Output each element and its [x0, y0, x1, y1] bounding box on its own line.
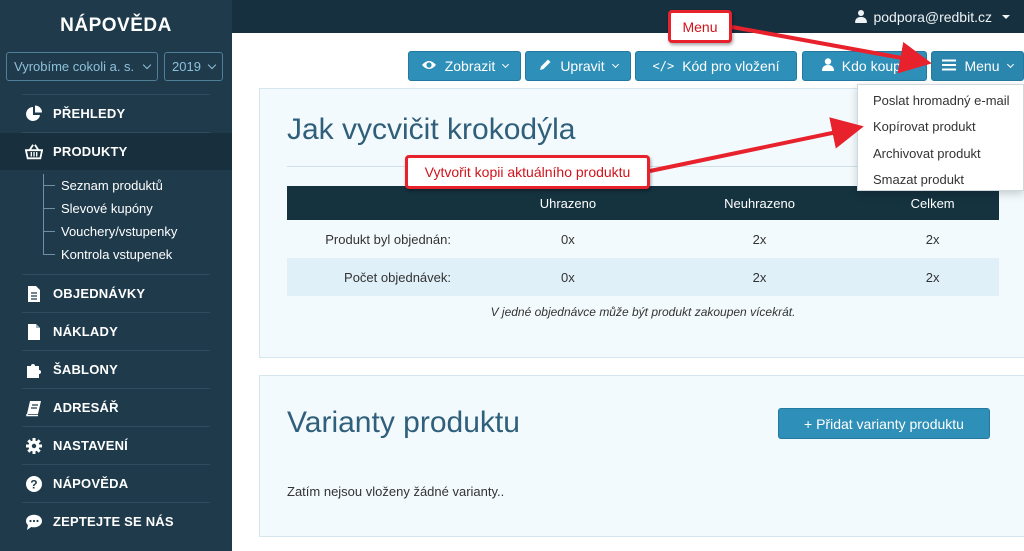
question-icon: ? [25, 475, 43, 493]
table-cell: 0x [483, 258, 653, 296]
menu-item-delete-product[interactable]: Smazat produkt [858, 167, 1023, 194]
year-select-value: 2019 [172, 59, 201, 74]
variants-panel: Varianty produktu + Přidat varianty prod… [259, 375, 1024, 537]
table-cell: 2x [866, 258, 999, 296]
sidebar-item-label: ADRESÁŘ [53, 400, 119, 415]
sidebar-item-naklady[interactable]: NÁKLADY [0, 313, 232, 350]
basket-icon [25, 143, 43, 161]
column-header: Uhrazeno [483, 186, 653, 220]
sidebar-item-prehledy[interactable]: PŘEHLEDY [0, 95, 232, 132]
user-menu[interactable]: podpora@redbit.cz [855, 0, 1010, 33]
sidebar-item-label: ZEPTEJTE SE NÁS [53, 514, 174, 529]
file-icon [25, 323, 43, 341]
table-cell: 0x [483, 220, 653, 258]
pencil-icon [538, 58, 552, 75]
caret-down-icon [1002, 14, 1010, 19]
table-row: Počet objednávek: 0x 2x 2x [287, 258, 999, 296]
column-header: Neuhrazeno [652, 186, 867, 220]
chat-icon [25, 513, 43, 531]
hamburger-icon [942, 58, 957, 74]
buyers-button[interactable]: Kdo koupil [802, 51, 927, 81]
products-submenu: Seznam produktů Slevové kupóny Vouchery/… [0, 170, 232, 274]
submenu-item-kontrola-vstupenek[interactable]: Kontrola vstupenek [43, 243, 232, 266]
menu-item-archive-product[interactable]: Archivovat produkt [858, 140, 1023, 167]
sidebar-item-label: ŠABLONY [53, 362, 118, 377]
column-header [287, 186, 483, 220]
year-select[interactable]: 2019 [164, 52, 223, 81]
sidebar-item-sablony[interactable]: ŠABLONY [0, 351, 232, 388]
puzzle-icon [25, 361, 43, 379]
annotation-copy-product: Vytvořit kopii aktuálního produktu [405, 155, 650, 189]
sidebar-item-zeptejte-se[interactable]: ZEPTEJTE SE NÁS [0, 503, 232, 540]
code-icon: </> [652, 59, 675, 73]
chevron-down-icon [207, 60, 217, 70]
table-cell: 2x [866, 220, 999, 258]
sidebar-item-label: NÁPOVĚDA [53, 476, 129, 491]
submenu-item-slevove-kupony[interactable]: Slevové kupóny [43, 197, 232, 220]
table-cell: 2x [652, 258, 867, 296]
menu-dropdown: Poslat hromadný e-mail Kopírovat produkt… [857, 84, 1024, 191]
sidebar-item-nastaveni[interactable]: NASTAVENÍ [0, 427, 232, 464]
sidebar-item-label: NÁKLADY [53, 324, 118, 339]
sidebar-item-label: PRODUKTY [53, 144, 128, 159]
edit-button-label: Upravit [560, 58, 605, 74]
pie-chart-icon [25, 105, 43, 123]
edit-button[interactable]: Upravit [525, 51, 631, 81]
annotation-menu: Menu [668, 10, 732, 43]
view-button-label: Zobrazit [444, 58, 496, 74]
view-button[interactable]: Zobrazit [408, 51, 521, 81]
buyers-button-label: Kdo koupil [841, 58, 908, 74]
svg-text:?: ? [30, 477, 38, 491]
table-note: V jedné objednávce může být produkt zako… [490, 305, 796, 319]
sidebar-item-napoveda[interactable]: ? NÁPOVĚDA [0, 465, 232, 502]
table-cell: 2x [652, 220, 867, 258]
document-icon [25, 285, 43, 303]
company-select[interactable]: Vyrobíme cokoli a. s. [6, 52, 158, 81]
user-email: podpora@redbit.cz [873, 8, 992, 25]
book-icon [25, 399, 43, 417]
chevron-down-icon [142, 60, 152, 70]
sidebar-item-adresar[interactable]: ADRESÁŘ [0, 389, 232, 426]
row-label: Produkt byl objednán: [287, 220, 483, 258]
variants-empty-message: Zatím nejsou vloženy žádné varianty.. [287, 484, 505, 499]
sidebar-item-produkty[interactable]: PRODUKTY [0, 133, 232, 170]
user-icon [855, 10, 868, 23]
sidebar-item-label: PŘEHLEDY [53, 106, 126, 121]
brand-title: NÁPOVĚDA [60, 15, 172, 36]
product-title: Jak vycvičit krokodýla [287, 113, 576, 146]
embed-code-button[interactable]: </> Kód pro vložení [635, 51, 797, 81]
order-stats-table: Uhrazeno Neuhrazeno Celkem Produkt byl o… [287, 186, 999, 296]
company-select-value: Vyrobíme cokoli a. s. [14, 59, 135, 74]
sidebar: NÁPOVĚDA Vyrobíme cokoli a. s. 2019 PŘEH… [0, 0, 232, 551]
menu-item-copy-product[interactable]: Kopírovat produkt [858, 114, 1023, 141]
user-icon [821, 58, 834, 74]
submenu-item-vouchery[interactable]: Vouchery/vstupenky [43, 220, 232, 243]
sidebar-item-label: NASTAVENÍ [53, 438, 128, 453]
sidebar-filters: Vyrobíme cokoli a. s. 2019 [0, 52, 232, 81]
menu-button-label: Menu [964, 58, 1000, 74]
menu-button[interactable]: Menu [931, 51, 1024, 81]
chevron-down-icon [502, 60, 510, 69]
sidebar-item-objednavky[interactable]: OBJEDNÁVKY [0, 275, 232, 312]
add-variants-button[interactable]: + Přidat varianty produktu [778, 408, 990, 439]
embed-code-button-label: Kód pro vložení [682, 58, 780, 74]
submenu-item-seznam-produktu[interactable]: Seznam produktů [43, 174, 232, 197]
chevron-down-icon [611, 60, 619, 69]
chevron-down-icon [1006, 60, 1014, 69]
variants-title: Varianty produktu [287, 406, 520, 439]
row-label: Počet objednávek: [287, 258, 483, 296]
menu-item-send-bulk-email[interactable]: Poslat hromadný e-mail [858, 87, 1023, 114]
gear-icon [25, 437, 43, 455]
table-row: Produkt byl objednán: 0x 2x 2x [287, 220, 999, 258]
eye-icon [421, 58, 437, 74]
sidebar-item-label: OBJEDNÁVKY [53, 286, 146, 301]
